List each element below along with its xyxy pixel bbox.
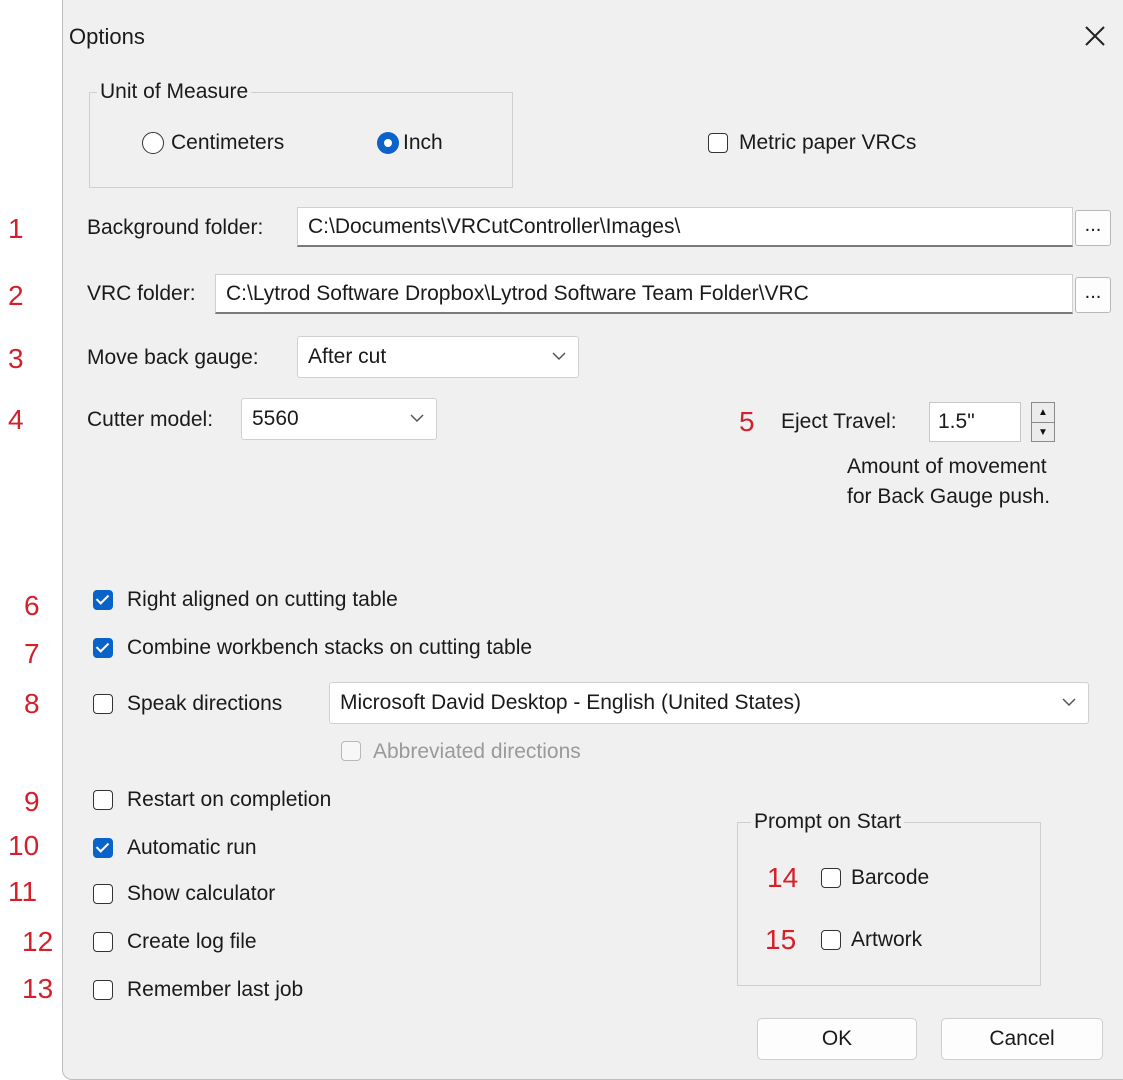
eject-travel-spinner[interactable]: ▲ ▼ (1031, 402, 1055, 442)
background-folder-browse-button[interactable]: ... (1075, 210, 1111, 246)
annotation-8: 8 (24, 688, 40, 719)
annotation-13: 13 (22, 973, 54, 1004)
barcode-checkbox[interactable] (821, 868, 841, 888)
eject-travel-help-line1: Amount of movement (847, 455, 1047, 478)
automatic-run-checkbox[interactable] (93, 838, 113, 858)
metric-paper-label[interactable]: Metric paper VRCs (739, 131, 916, 155)
cutter-model-select[interactable]: 5560 (241, 398, 437, 440)
annotation-15: 15 (765, 924, 797, 955)
annotation-1: 1 (8, 213, 24, 244)
speak-directions-label[interactable]: Speak directions (127, 692, 282, 716)
annotation-10: 10 (8, 830, 40, 861)
chevron-down-icon (1062, 698, 1076, 707)
annotation-3: 3 (8, 343, 24, 374)
cutter-model-label: Cutter model: (87, 408, 214, 431)
eject-travel-label: Eject Travel: (781, 410, 897, 433)
eject-travel-input[interactable]: 1.5" (929, 402, 1021, 442)
annotation-9: 9 (24, 786, 40, 817)
spin-up-icon[interactable]: ▲ (1032, 403, 1054, 423)
annotation-12: 12 (22, 926, 54, 957)
cancel-button[interactable]: Cancel (941, 1018, 1103, 1060)
automatic-run-label[interactable]: Automatic run (127, 836, 257, 860)
centimeters-radio[interactable] (142, 132, 164, 154)
background-folder-input[interactable]: C:\Documents\VRCutController\Images\ (297, 207, 1073, 247)
spin-down-icon[interactable]: ▼ (1032, 423, 1054, 442)
speak-directions-checkbox[interactable] (93, 694, 113, 714)
create-log-label[interactable]: Create log file (127, 930, 257, 954)
move-back-gauge-label: Move back gauge: (87, 346, 259, 369)
background-folder-label: Background folder: (87, 216, 264, 239)
close-icon (1085, 26, 1105, 46)
inch-label[interactable]: Inch (403, 131, 443, 155)
move-back-gauge-select[interactable]: After cut (297, 336, 579, 378)
barcode-label[interactable]: Barcode (851, 866, 929, 890)
ok-button[interactable]: OK (757, 1018, 917, 1060)
restart-label[interactable]: Restart on completion (127, 788, 331, 812)
cutter-model-value: 5560 (252, 407, 299, 430)
annotation-7: 7 (24, 638, 40, 669)
inch-radio[interactable] (377, 132, 399, 154)
chevron-down-icon (410, 414, 424, 423)
combine-stacks-label[interactable]: Combine workbench stacks on cutting tabl… (127, 636, 532, 660)
combine-stacks-checkbox[interactable] (93, 638, 113, 658)
options-dialog: Options Unit of Measure Centimeters Inch… (62, 0, 1123, 1080)
unit-of-measure-legend: Unit of Measure (97, 80, 252, 104)
prompt-on-start-group (737, 822, 1041, 986)
show-calculator-label[interactable]: Show calculator (127, 882, 275, 906)
annotation-6: 6 (24, 590, 40, 621)
eject-travel-help-line2: for Back Gauge push. (847, 485, 1051, 508)
move-back-gauge-value: After cut (308, 345, 387, 368)
abbreviated-directions-checkbox[interactable] (341, 741, 361, 761)
remember-job-checkbox[interactable] (93, 980, 113, 1000)
voice-select[interactable]: Microsoft David Desktop - English (Unite… (329, 682, 1089, 724)
restart-checkbox[interactable] (93, 790, 113, 810)
close-button[interactable] (1075, 18, 1115, 54)
title-bar: Options (63, 0, 1123, 78)
annotation-14: 14 (767, 862, 799, 893)
abbreviated-directions-label: Abbreviated directions (373, 740, 581, 763)
annotation-5: 5 (739, 406, 755, 437)
dialog-title: Options (69, 24, 145, 49)
vrc-folder-input[interactable]: C:\Lytrod Software Dropbox\Lytrod Softwa… (215, 274, 1073, 314)
chevron-down-icon (552, 352, 566, 361)
prompt-on-start-legend: Prompt on Start (751, 810, 905, 834)
vrc-folder-label: VRC folder: (87, 282, 196, 305)
vrc-folder-browse-button[interactable]: ... (1075, 277, 1111, 313)
centimeters-label[interactable]: Centimeters (171, 131, 284, 155)
annotation-4: 4 (8, 404, 24, 435)
voice-value: Microsoft David Desktop - English (Unite… (340, 691, 802, 714)
artwork-checkbox[interactable] (821, 930, 841, 950)
metric-paper-checkbox[interactable] (708, 133, 728, 153)
right-aligned-checkbox[interactable] (93, 590, 113, 610)
create-log-checkbox[interactable] (93, 932, 113, 952)
annotation-11: 11 (8, 876, 38, 907)
show-calculator-checkbox[interactable] (93, 884, 113, 904)
artwork-label[interactable]: Artwork (851, 928, 922, 952)
annotation-2: 2 (8, 280, 24, 311)
remember-job-label[interactable]: Remember last job (127, 978, 303, 1002)
right-aligned-label[interactable]: Right aligned on cutting table (127, 588, 398, 612)
